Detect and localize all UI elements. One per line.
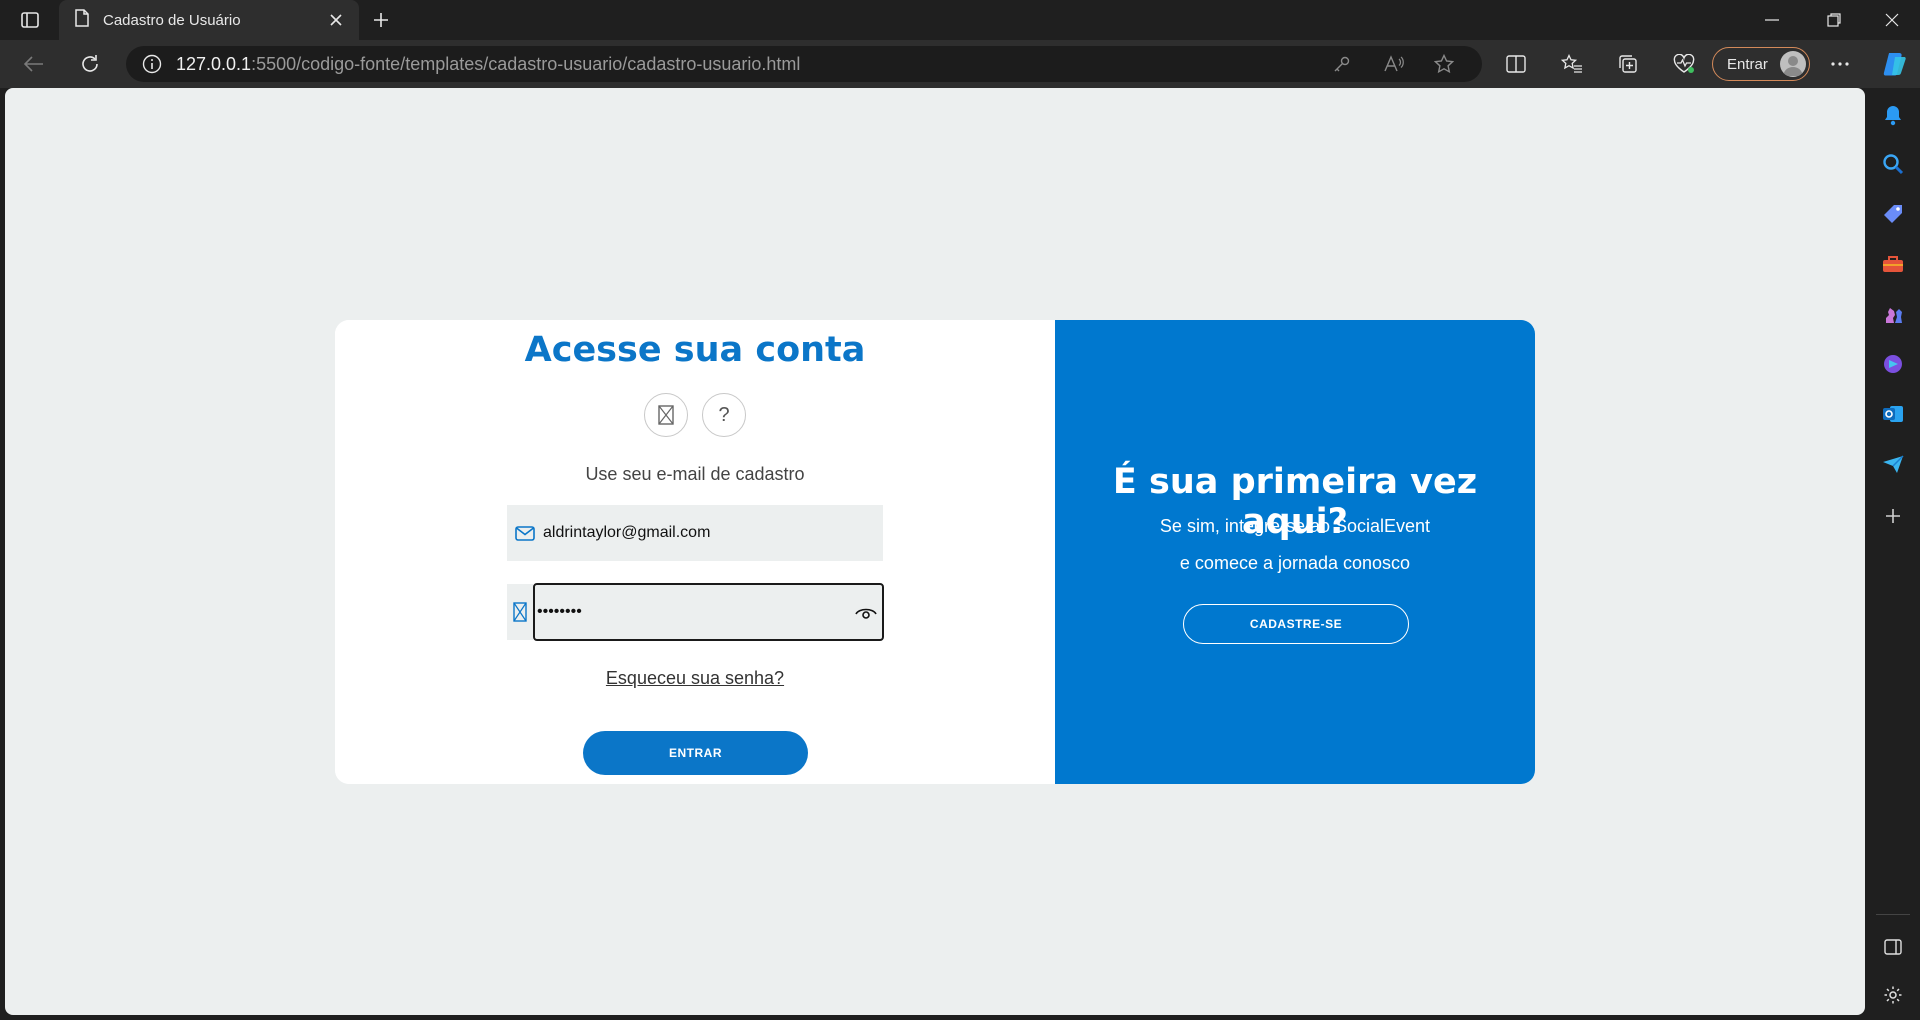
email-value: aldrintaylor@gmail.com (543, 524, 711, 541)
signup-panel: É sua primeira vez aqui? Se sim, integre… (1055, 320, 1535, 784)
close-tab-icon[interactable] (325, 9, 347, 31)
login-title: Acesse sua conta (524, 330, 866, 370)
forgot-password-link[interactable]: Esqueceu sua senha? (335, 668, 1055, 689)
page-viewport: Acesse sua conta ? Use seu e-mail de cad… (5, 88, 1865, 1015)
sign-in-button[interactable]: Entrar (1712, 47, 1810, 81)
minimize-icon[interactable] (1744, 0, 1800, 40)
tag-icon[interactable] (1877, 198, 1909, 230)
favorite-star-icon[interactable] (1430, 52, 1458, 76)
close-window-icon[interactable] (1864, 0, 1920, 40)
split-screen-icon[interactable] (1498, 46, 1534, 82)
more-options-icon[interactable] (1822, 46, 1858, 82)
tab-strip: Cadastro de Usuário (0, 0, 1920, 40)
edge-sidebar (1866, 88, 1920, 1020)
read-aloud-icon[interactable] (1380, 52, 1408, 76)
url-host: 127.0.0.1 (176, 53, 252, 74)
url-path: :5500/codigo-fonte/templates/cadastro-us… (251, 53, 801, 74)
bell-icon[interactable] (1877, 99, 1909, 131)
back-icon[interactable] (16, 46, 52, 82)
refresh-icon[interactable] (72, 46, 108, 82)
signup-button[interactable]: CADASTRE-SE (1183, 604, 1409, 644)
toolbox-icon[interactable] (1877, 248, 1909, 280)
address-bar[interactable]: 127.0.0.1:5500/codigo-fonte/templates/ca… (126, 46, 1482, 82)
favorites-icon[interactable] (1554, 46, 1590, 82)
profile-avatar-icon (1780, 51, 1806, 77)
site-info-icon[interactable] (134, 54, 170, 74)
send-icon[interactable] (1877, 448, 1909, 480)
broken-image-icon (507, 584, 533, 640)
outlook-icon[interactable] (1877, 398, 1909, 430)
social-login-row: ? (644, 393, 746, 437)
tab-active[interactable]: Cadastro de Usuário (59, 0, 359, 40)
collections-icon[interactable] (1610, 46, 1646, 82)
split-panel-icon[interactable] (1877, 931, 1909, 963)
new-tab-icon[interactable] (366, 6, 396, 34)
browser-essentials-icon[interactable] (1666, 46, 1702, 82)
browser-toolbar: 127.0.0.1:5500/codigo-fonte/templates/ca… (0, 40, 1920, 88)
password-input[interactable]: •••••••• (533, 583, 884, 641)
sign-in-label: Entrar (1727, 55, 1768, 73)
tab-actions-icon[interactable] (12, 6, 48, 34)
tab-title: Cadastro de Usuário (103, 11, 241, 29)
broken-image-icon[interactable] (644, 393, 688, 437)
email-field[interactable]: aldrintaylor@gmail.com (507, 505, 883, 561)
login-hint: Use seu e-mail de cadastro (585, 464, 805, 484)
welcome-text-line-2: e comece a jornada conosco (1179, 553, 1411, 573)
mail-icon (509, 525, 541, 541)
restore-icon[interactable] (1806, 0, 1862, 40)
browser-window: Cadastro de Usuário 127.0.0.1:5500/codig… (0, 0, 1920, 1020)
chess-icon[interactable] (1877, 298, 1909, 330)
login-button[interactable]: ENTRAR (583, 731, 808, 775)
login-panel: Acesse sua conta ? Use seu e-mail de cad… (335, 320, 1055, 784)
login-card: Acesse sua conta ? Use seu e-mail de cad… (335, 320, 1535, 784)
welcome-text-line-1: Se sim, integre-se ao SocialEvent (1159, 516, 1431, 536)
question-glyph: ? (718, 403, 730, 426)
password-value: •••••••• (537, 603, 582, 620)
search-icon[interactable] (1877, 148, 1909, 180)
show-password-eye-icon[interactable] (854, 602, 878, 624)
add-icon[interactable] (1877, 500, 1909, 532)
copilot-icon[interactable] (1876, 46, 1912, 82)
sidebar-divider (1876, 914, 1910, 915)
password-field[interactable]: •••••••• (507, 582, 884, 642)
copilot-icon[interactable] (1877, 348, 1909, 380)
question-icon[interactable]: ? (702, 393, 746, 437)
page-icon (75, 9, 89, 31)
settings-icon[interactable] (1877, 979, 1909, 1011)
key-icon[interactable] (1328, 52, 1356, 76)
url-text: 127.0.0.1:5500/codigo-fonte/templates/ca… (176, 54, 800, 75)
